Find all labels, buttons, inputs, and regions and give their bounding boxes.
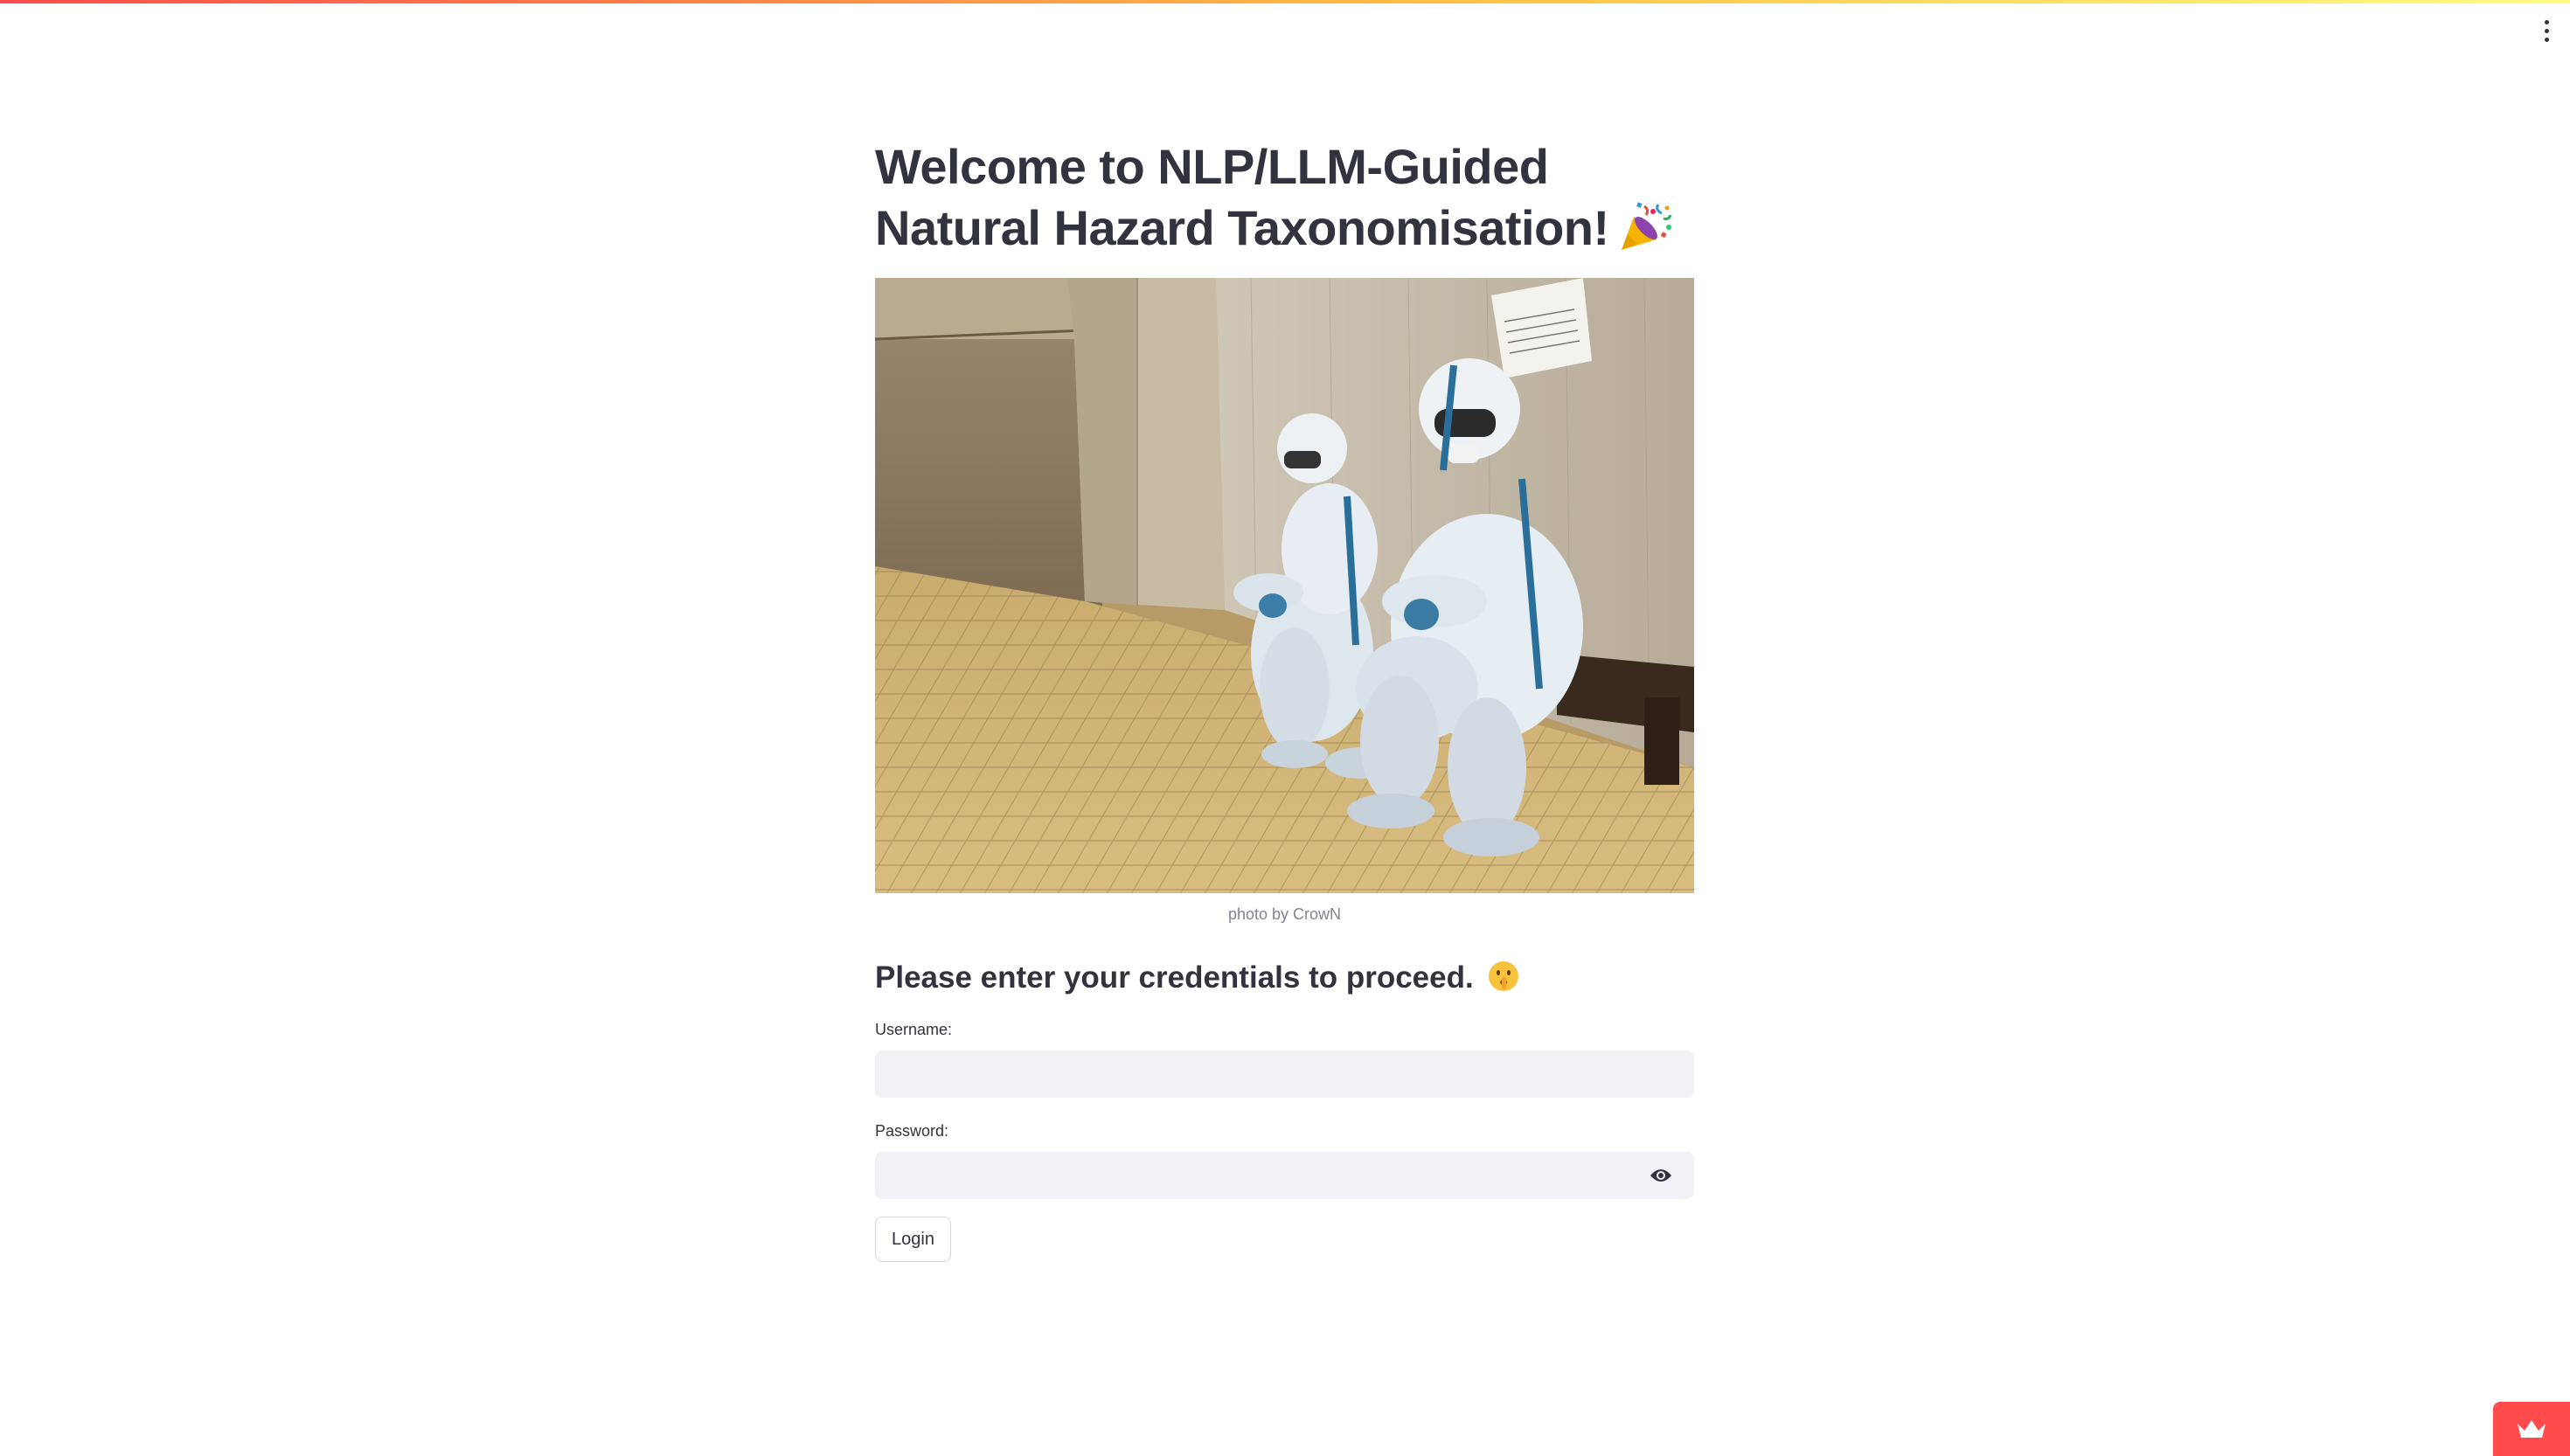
password-label: Password: <box>875 1122 949 1140</box>
title-line-1: Welcome to NLP/LLM-Guided <box>875 139 1549 194</box>
show-password-button[interactable] <box>1649 1164 1673 1187</box>
shushing-face-icon <box>1489 961 1519 991</box>
main-container: Welcome to NLP/LLM-Guided Natural Hazard… <box>875 136 1694 1262</box>
title-line-2: Natural Hazard Taxonomisation! <box>875 200 1609 255</box>
username-input[interactable] <box>875 1050 1694 1098</box>
menu-dot-icon <box>2544 19 2549 24</box>
hero-photo <box>875 278 1694 893</box>
streamlit-badge[interactable] <box>2493 1402 2570 1456</box>
password-input[interactable] <box>875 1152 1694 1199</box>
eye-icon <box>1650 1169 1671 1182</box>
hazmat-figures-illustration <box>875 278 1694 893</box>
image-caption: photo by CrowN <box>1227 905 1342 923</box>
main-menu-button[interactable] <box>2533 16 2560 45</box>
page-title: Welcome to NLP/LLM-Guided Natural Hazard… <box>875 136 1694 259</box>
credentials-heading-text: Please enter your credentials to proceed… <box>875 960 1474 995</box>
crown-icon <box>2518 1420 2546 1438</box>
username-label: Username: <box>875 1021 953 1038</box>
menu-dot-icon <box>2544 37 2549 42</box>
username-input-container <box>875 1050 1694 1098</box>
top-decoration-bar <box>0 0 2570 3</box>
login-button[interactable]: Login <box>875 1217 951 1262</box>
menu-dot-icon <box>2544 28 2549 33</box>
password-input-container <box>875 1152 1694 1199</box>
credentials-heading: Please enter your credentials to proceed… <box>875 958 1694 998</box>
party-popper-icon <box>1621 202 1672 250</box>
